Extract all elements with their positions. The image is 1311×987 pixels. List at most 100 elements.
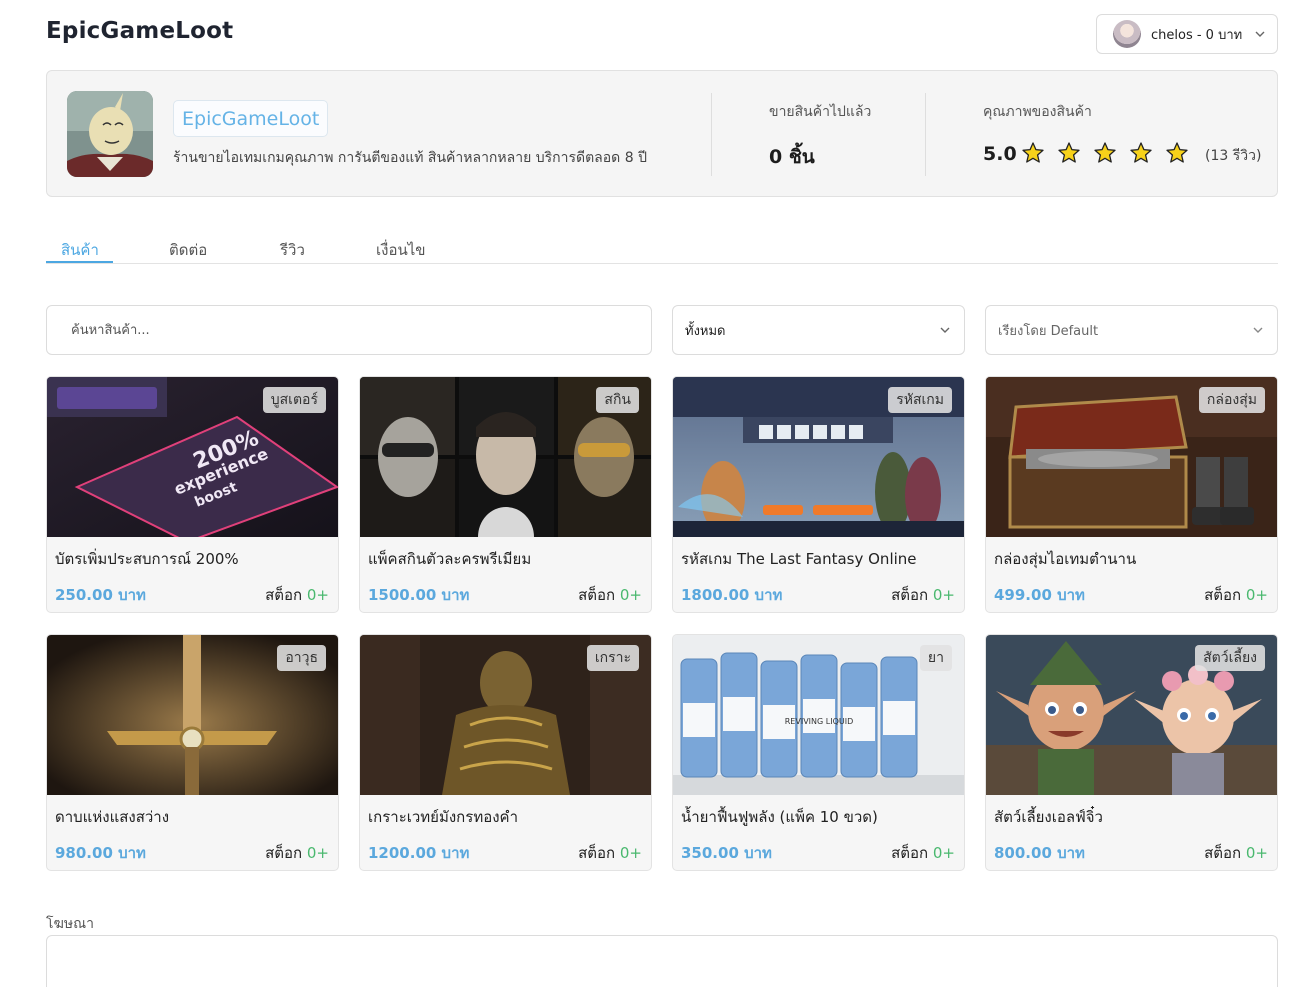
stock-count: 0+ (619, 844, 642, 862)
product-stock: สต็อก 0+ (578, 841, 642, 865)
stock-count: 0+ (306, 586, 329, 604)
product-card[interactable]: กล่องสุ่ม กล่องสุ่มไอเทมตำนาน 499.00 บาท… (985, 376, 1278, 613)
stock-count: 0+ (306, 844, 329, 862)
user-menu-button[interactable]: chelos - 0 บาท (1096, 14, 1278, 54)
product-image: สัตว์เลี้ยง (986, 635, 1277, 795)
sold-value: 0 ชิ้น (769, 146, 815, 168)
product-image: อาวุธ (47, 635, 338, 795)
product-name: เกราะเวทย์มังกรทองคำ (368, 808, 518, 826)
chevron-down-icon (1253, 327, 1263, 333)
star-icon (1130, 142, 1152, 163)
user-balance-label: chelos - 0 บาท (1151, 27, 1243, 43)
stock-label: สต็อก (891, 586, 929, 604)
product-name: บัตรเพิ่มประสบการณ์ 200% (55, 550, 239, 568)
product-card[interactable]: อาวุธ ดาบแห่งแสงสว่าง 980.00 บาท สต็อก 0… (46, 634, 339, 871)
shop-name: EpicGameLoot (173, 100, 329, 137)
stock-label: สต็อก (891, 844, 929, 862)
divider (925, 93, 926, 176)
product-card[interactable]: สกิน แพ็คสกินตัวละครพรีเมียม 1500.00 บาท… (359, 376, 652, 613)
product-price: 1800.00 บาท (681, 586, 783, 604)
chevron-down-icon (940, 327, 950, 333)
product-card[interactable]: เกราะ เกราะเวทย์มังกรทองคำ 1200.00 บาท ส… (359, 634, 652, 871)
sort-select[interactable]: เรียงโดย Default (985, 305, 1278, 355)
product-price: 1200.00 บาท (368, 844, 470, 862)
ads-box (46, 935, 1278, 987)
star-icon (1058, 142, 1080, 163)
product-price: 250.00 บาท (55, 586, 146, 604)
product-name: ดาบแห่งแสงสว่าง (55, 808, 170, 826)
category-badge: สัตว์เลี้ยง (1195, 645, 1265, 671)
category-badge: รหัสเกม (888, 387, 952, 413)
rating-value: 5.0 (983, 143, 1017, 165)
sold-label: ขายสินค้าไปแล้ว (769, 104, 872, 120)
product-stock: สต็อก 0+ (578, 583, 642, 607)
stock-label: สต็อก (578, 844, 616, 862)
tab-products[interactable]: สินค้า (61, 238, 99, 262)
product-price: 1500.00 บาท (368, 586, 470, 604)
rating-stars (1021, 141, 1189, 165)
stock-label: สต็อก (265, 586, 303, 604)
stock-count: 0+ (932, 586, 955, 604)
stock-label: สต็อก (265, 844, 303, 862)
product-card[interactable]: สัตว์เลี้ยง สัตว์เลี้ยงเอลฟ์จิ๋ว 800.00 … (985, 634, 1278, 871)
shop-logo (67, 91, 153, 177)
quality-label: คุณภาพของสินค้า (983, 104, 1092, 120)
search-input[interactable] (46, 305, 652, 355)
chevron-down-icon (1255, 31, 1265, 37)
product-image: เกราะ (360, 635, 651, 795)
site-title[interactable]: EpicGameLoot (46, 18, 233, 44)
product-price: 350.00 บาท (681, 844, 772, 862)
user-avatar (1113, 20, 1141, 48)
product-image: REVIVING LIQUID ยา (673, 635, 964, 795)
stock-count: 0+ (619, 586, 642, 604)
product-image: 200% experience boost บูสเตอร์ (47, 377, 338, 537)
product-card[interactable]: REVIVING LIQUID ยา น้ำยาฟื้นฟูพลัง (แพ็ค… (672, 634, 965, 871)
product-stock: สต็อก 0+ (265, 841, 329, 865)
category-badge: กล่องสุ่ม (1198, 387, 1265, 413)
product-card[interactable]: รหัสเกม รหัสเกม The Last Fantasy Online … (672, 376, 965, 613)
category-badge: บูสเตอร์ (262, 387, 326, 413)
bottle-label-text: REVIVING LIQUID (785, 717, 854, 726)
product-name: สัตว์เลี้ยงเอลฟ์จิ๋ว (994, 808, 1103, 826)
tab-bar: สินค้า ติดต่อ รีวิว เงื่อนไข (46, 232, 1278, 264)
product-card[interactable]: 200% experience boost บูสเตอร์ บัตรเพิ่ม… (46, 376, 339, 613)
product-image: สกิน (360, 377, 651, 537)
stock-label: สต็อก (1204, 586, 1242, 604)
stock-count: 0+ (1245, 844, 1268, 862)
sort-select-value: เรียงโดย Default (998, 323, 1099, 339)
product-name: รหัสเกม The Last Fantasy Online (681, 550, 917, 568)
product-stock: สต็อก 0+ (1204, 583, 1268, 607)
product-name: กล่องสุ่มไอเทมตำนาน (994, 550, 1137, 568)
product-stock: สต็อก 0+ (265, 583, 329, 607)
star-icon (1166, 142, 1188, 163)
tab-terms[interactable]: เงื่อนไข (376, 238, 426, 262)
stock-label: สต็อก (1204, 844, 1242, 862)
divider (711, 93, 712, 176)
star-icon (1094, 142, 1116, 163)
category-badge: สกิน (596, 387, 639, 413)
product-name: น้ำยาฟื้นฟูพลัง (แพ็ค 10 ขวด) (681, 808, 878, 826)
product-image: รหัสเกม (673, 377, 964, 537)
product-stock: สต็อก 0+ (1204, 841, 1268, 865)
stock-label: สต็อก (578, 586, 616, 604)
category-badge: อาวุธ (277, 645, 326, 671)
tab-contact[interactable]: ติดต่อ (169, 238, 207, 262)
product-name: แพ็คสกินตัวละครพรีเมียม (368, 550, 532, 568)
shop-info-card: EpicGameLoot ร้านขายไอเทมเกมคุณภาพ การัน… (46, 70, 1278, 197)
category-badge: เกราะ (586, 645, 639, 671)
category-select[interactable]: ทั้งหมด (672, 305, 965, 355)
category-select-value: ทั้งหมด (685, 323, 726, 339)
stock-count: 0+ (1245, 586, 1268, 604)
stock-count: 0+ (932, 844, 955, 862)
tab-reviews[interactable]: รีวิว (280, 238, 305, 262)
product-price: 499.00 บาท (994, 586, 1085, 604)
product-stock: สต็อก 0+ (891, 583, 955, 607)
product-price: 980.00 บาท (55, 844, 146, 862)
product-price: 800.00 บาท (994, 844, 1085, 862)
ads-label: โฆษณา (46, 916, 94, 932)
review-count[interactable]: (13 รีวิว) (1205, 145, 1261, 167)
shop-description: ร้านขายไอเทมเกมคุณภาพ การันตีของแท้ สินค… (173, 150, 647, 166)
product-image: กล่องสุ่ม (986, 377, 1277, 537)
product-stock: สต็อก 0+ (891, 841, 955, 865)
active-tab-indicator (46, 261, 113, 263)
